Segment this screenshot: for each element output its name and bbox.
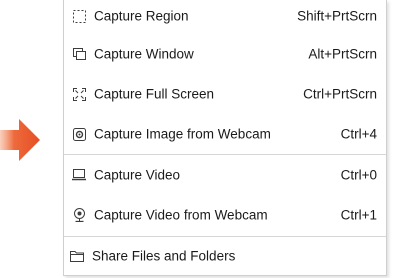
menu-item-shortcut: Ctrl+0 — [340, 167, 377, 183]
folder-icon — [70, 249, 84, 263]
menu-item-label: Capture Full Screen — [94, 86, 215, 102]
menu-item-label: Share Files and Folders — [92, 248, 236, 264]
window-icon — [72, 47, 86, 61]
menu-item-label: Capture Video — [94, 167, 181, 183]
menu-item-label: Capture Image from Webcam — [94, 126, 271, 142]
capture-context-menu: Capture Region Shift+PrtScrn Capture Win… — [63, 0, 387, 276]
menu-item-capture-video-from-webcam[interactable]: Capture Video from Webcam Ctrl+1 — [64, 196, 386, 234]
menu-item-label: Capture Region — [94, 8, 189, 24]
menu-item-shortcut: Ctrl+PrtScrn — [303, 86, 377, 102]
menu-item-capture-image-from-webcam[interactable]: Capture Image from Webcam Ctrl+4 — [64, 115, 386, 153]
menu-item-label: Capture Video from Webcam — [94, 207, 268, 223]
menu-item-shortcut: Shift+PrtScrn — [297, 8, 377, 24]
menu-item-shortcut: Alt+PrtScrn — [308, 46, 377, 62]
menu-item-share-files-and-folders[interactable]: Share Files and Folders — [64, 237, 386, 275]
pointer-arrow-icon — [0, 119, 40, 161]
fullscreen-icon — [72, 87, 86, 101]
webcam-image-icon — [72, 127, 86, 141]
menu-item-shortcut: Ctrl+4 — [340, 126, 377, 142]
menu-separator — [64, 154, 386, 155]
menu-item-label: Capture Window — [94, 46, 194, 62]
menu-item-capture-region[interactable]: Capture Region Shift+PrtScrn — [64, 0, 386, 35]
menu-item-capture-video[interactable]: Capture Video Ctrl+0 — [64, 156, 386, 194]
menu-item-shortcut: Ctrl+1 — [340, 207, 377, 223]
menu-item-capture-window[interactable]: Capture Window Alt+PrtScrn — [64, 35, 386, 73]
menu-item-capture-full-screen[interactable]: Capture Full Screen Ctrl+PrtScrn — [64, 75, 386, 113]
webcam-icon — [72, 208, 86, 222]
region-select-icon — [72, 9, 86, 23]
laptop-icon — [72, 168, 86, 182]
